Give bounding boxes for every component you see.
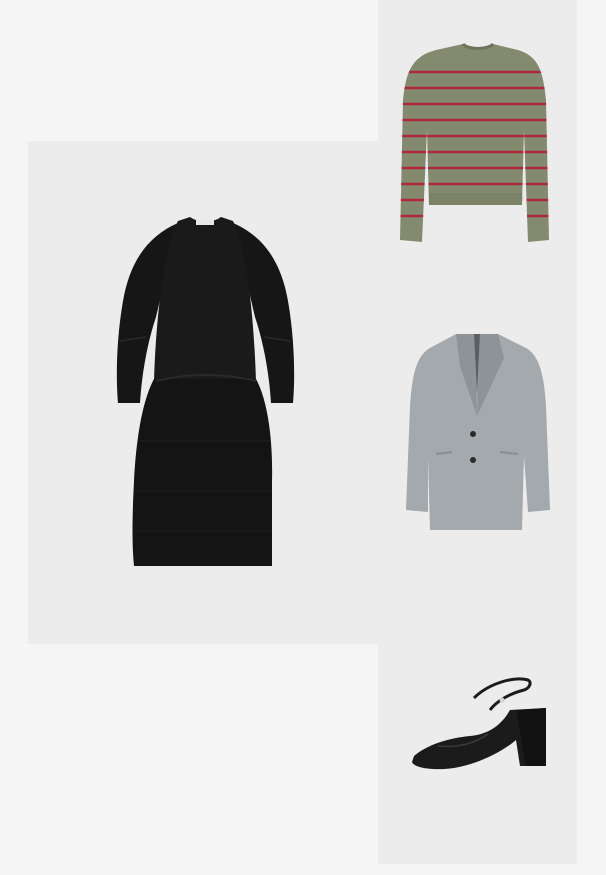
product-tile-shoe[interactable] xyxy=(378,576,577,864)
product-tile-sweater[interactable] xyxy=(378,0,577,286)
product-tile-blazer[interactable] xyxy=(378,286,577,576)
striped-sweater-icon xyxy=(400,42,549,242)
product-tile-dress[interactable] xyxy=(28,141,378,644)
black-heel-icon xyxy=(412,677,546,770)
black-dress-icon xyxy=(116,217,295,566)
grey-blazer-icon xyxy=(406,334,550,530)
